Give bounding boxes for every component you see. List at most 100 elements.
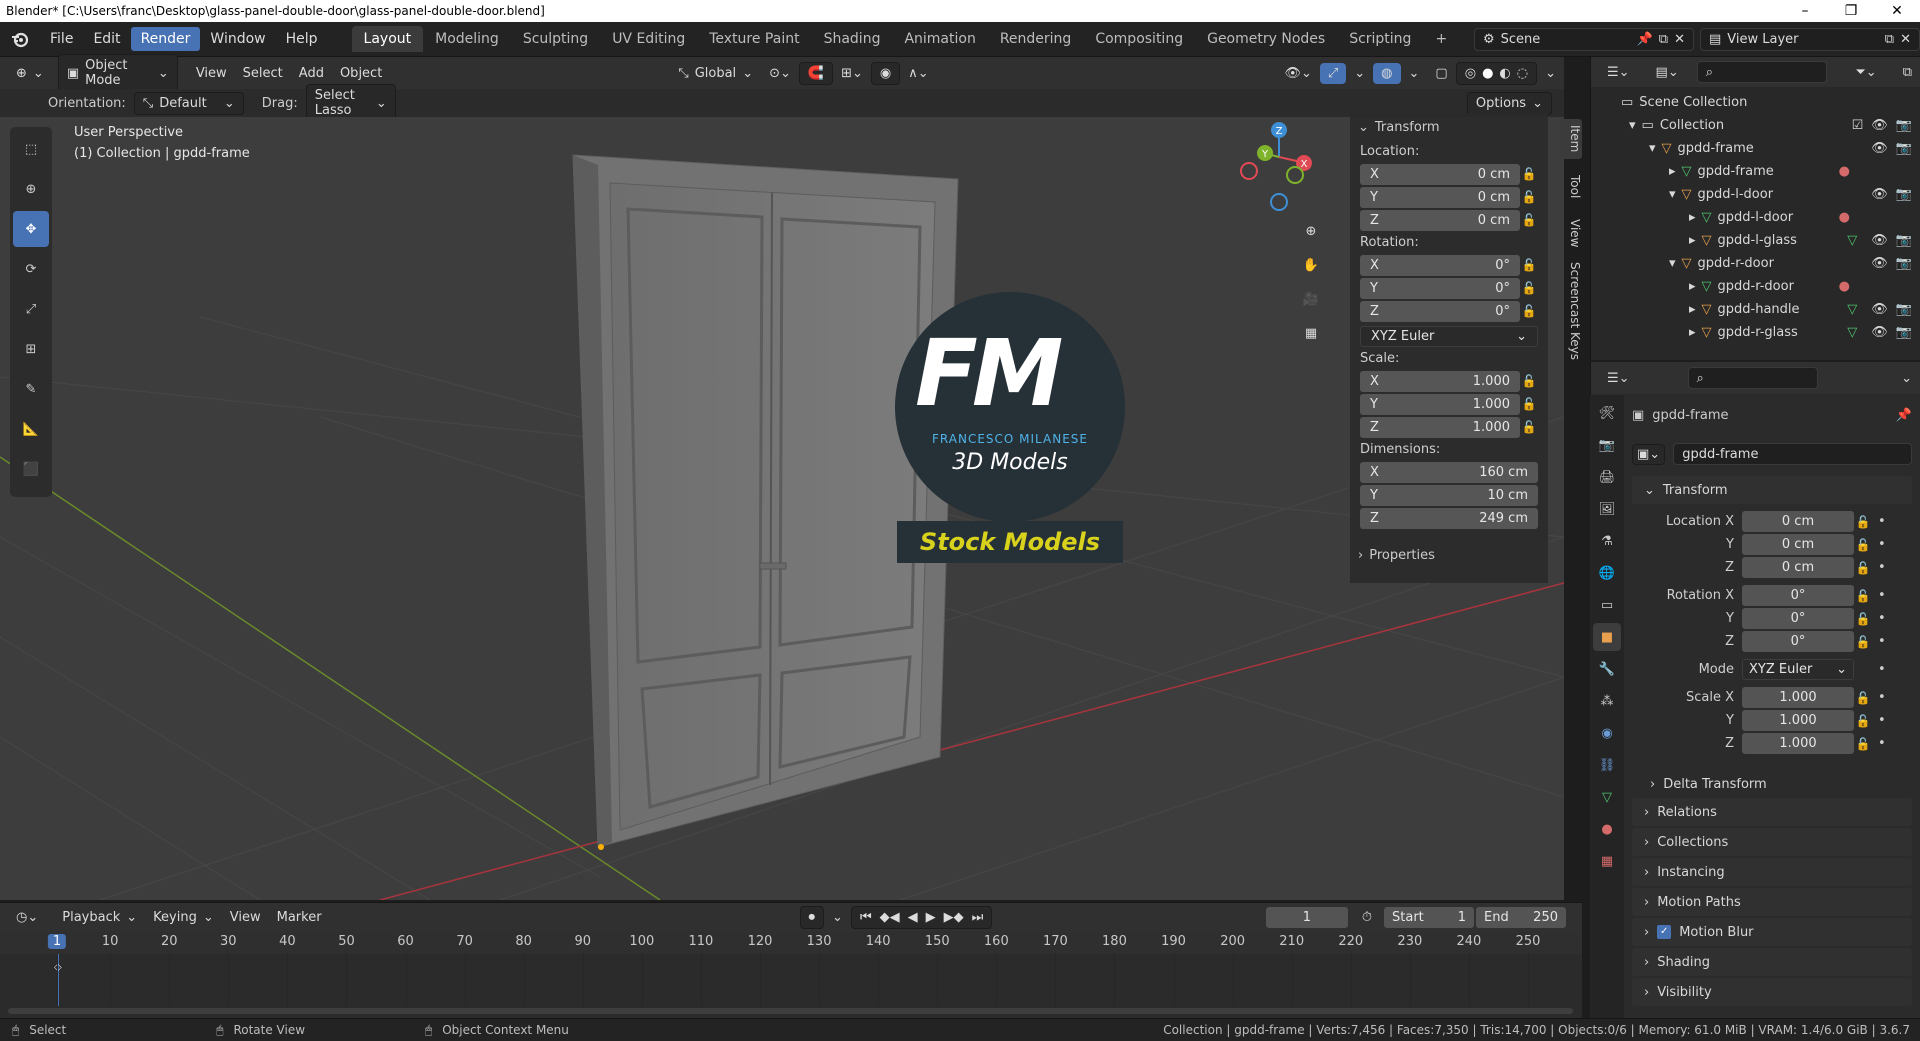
timeline-scrollbar[interactable]: [8, 1008, 1573, 1014]
ruler-tick-label[interactable]: 20: [161, 934, 178, 949]
menu-edit[interactable]: Edit: [83, 27, 130, 51]
ruler-tick-label[interactable]: 240: [1457, 934, 1482, 949]
lock-icon[interactable]: 🔓: [1854, 612, 1872, 626]
tab-view[interactable]: View: [1560, 213, 1582, 253]
lock-icon[interactable]: 🔓: [1854, 515, 1872, 529]
lock-icon[interactable]: 🔓: [1854, 635, 1872, 649]
prop-rotation-y[interactable]: 0°: [1742, 608, 1854, 629]
gizmo-dropdown[interactable]: ⌄: [1346, 63, 1373, 84]
ruler-tick-label[interactable]: 110: [689, 934, 714, 949]
eye-icon[interactable]: 👁: [1871, 325, 1888, 340]
menu-render[interactable]: Render: [130, 27, 201, 51]
lock-icon[interactable]: 🔓: [1520, 397, 1538, 411]
outliner-row-gpdd-l-glass[interactable]: ▸ ▽ gpdd-l-glass ▽ 👁 📷: [1591, 229, 1920, 252]
prop-location-x[interactable]: 0 cm: [1742, 511, 1854, 532]
ruler-tick-label[interactable]: 80: [515, 934, 532, 949]
timeline-ruler[interactable]: 1 10 20 30 40 50 60 70 80 90 100 110 120 130 140 150 160…: [0, 932, 1582, 954]
jump-start-icon[interactable]: ⏮: [860, 910, 872, 925]
lock-icon[interactable]: 🔓: [1520, 281, 1538, 295]
move-tool[interactable]: ✥: [13, 211, 49, 247]
shading-section[interactable]: › Shading: [1632, 948, 1912, 976]
prop-rotation-mode[interactable]: XYZ Euler ⌄: [1742, 659, 1854, 680]
lock-icon[interactable]: 🔓: [1854, 737, 1872, 751]
dimensions-y-field[interactable]: Y 10 cm: [1360, 484, 1538, 506]
auto-keying-toggle[interactable]: ⏺: [799, 906, 825, 929]
ruler-tick-label[interactable]: 90: [574, 934, 591, 949]
view-layer-selector[interactable]: ▤ View Layer ⧉ ✕: [1700, 27, 1920, 51]
menu-timeline-view[interactable]: View: [222, 907, 269, 928]
jump-end-icon[interactable]: ⏭: [972, 910, 984, 925]
outliner-row-gpdd-r-glass[interactable]: ▸ ▽ gpdd-r-glass ▽ 👁 📷: [1591, 321, 1920, 344]
ruler-tick-label[interactable]: 160: [984, 934, 1009, 949]
eye-icon[interactable]: 👁: [1871, 233, 1888, 248]
camera-icon[interactable]: 📷: [1896, 256, 1912, 271]
new-view-layer-icon[interactable]: ⧉: [1885, 32, 1894, 47]
snap-target-button[interactable]: ⊞⌄: [833, 63, 871, 84]
object-tab-icon[interactable]: ■: [1593, 623, 1621, 651]
transform-panel-header[interactable]: ⌄ Transform: [1350, 113, 1548, 141]
falloff-button[interactable]: ∧⌄: [900, 63, 936, 84]
outliner-row-gpdd-r-door-mesh[interactable]: ▸ ▽ gpdd-r-door ●: [1591, 275, 1920, 298]
camera-icon[interactable]: 📷: [1896, 325, 1912, 340]
outliner-row-gpdd-r-door[interactable]: ▾ ▽ gpdd-r-door 👁 📷: [1591, 252, 1920, 275]
keyframe-dot-icon[interactable]: •: [1878, 736, 1886, 751]
editor-type-button[interactable]: ⊕ ⌄: [8, 63, 52, 84]
tab-tool[interactable]: Tool: [1560, 167, 1582, 207]
measure-tool[interactable]: 📐: [13, 411, 49, 447]
location-y-field[interactable]: Y0 cm: [1360, 186, 1520, 208]
menu-window[interactable]: Window: [200, 27, 275, 51]
select-box-tool[interactable]: ⬚: [13, 131, 49, 167]
transform-section-header[interactable]: ⌄ Transform: [1632, 476, 1912, 504]
outliner-row-gpdd-frame-mesh[interactable]: ▸ ▽ gpdd-frame ●: [1591, 160, 1920, 183]
cursor-tool[interactable]: ⊕: [13, 171, 49, 207]
modifier-tab-icon[interactable]: 🔧: [1593, 655, 1621, 683]
tab-uv-editing[interactable]: UV Editing: [600, 26, 697, 52]
restore-icon[interactable]: ❐: [1828, 3, 1874, 19]
menu-marker[interactable]: Marker: [269, 907, 330, 928]
minimize-icon[interactable]: –: [1782, 3, 1828, 19]
options-dropdown[interactable]: Options ⌄: [1466, 91, 1552, 115]
delta-transform-header[interactable]: › Delta Transform: [1650, 772, 1767, 796]
shading-dropdown[interactable]: ⌄: [1537, 63, 1564, 84]
outliner-search-input[interactable]: ⌕: [1696, 61, 1828, 83]
overlays-toggle[interactable]: ◍: [1373, 62, 1401, 84]
wireframe-shading-icon[interactable]: ◎: [1465, 66, 1476, 81]
timeline-editor-type[interactable]: ◷⌄: [8, 907, 46, 928]
motion-blur-checkbox[interactable]: ✓: [1657, 925, 1672, 939]
scale-tool[interactable]: ⤢: [13, 291, 49, 327]
rotate-tool[interactable]: ⟳: [13, 251, 49, 287]
eye-icon[interactable]: 👁: [1871, 141, 1888, 156]
scene-tab-icon[interactable]: ⚗: [1593, 527, 1621, 555]
filter-icon[interactable]: ⏷⌄: [1847, 62, 1884, 83]
transform-orientation-dropdown[interactable]: ⤡ Global ⌄: [670, 63, 761, 84]
play-reverse-icon[interactable]: ◀: [908, 910, 918, 925]
scale-x-field[interactable]: X 1.000: [1360, 370, 1520, 392]
current-frame-field[interactable]: 1: [1265, 907, 1348, 928]
ruler-tick-label[interactable]: 150: [925, 934, 950, 949]
ruler-tick-label[interactable]: 210: [1279, 934, 1304, 949]
menu-object[interactable]: Object: [332, 63, 390, 84]
tab-scripting[interactable]: Scripting: [1337, 26, 1423, 52]
annotate-tool[interactable]: ✎: [13, 371, 49, 407]
tab-animation[interactable]: Animation: [892, 26, 987, 52]
eye-icon[interactable]: 👁: [1871, 118, 1888, 133]
particles-tab-icon[interactable]: ⁂: [1593, 687, 1621, 715]
lock-icon[interactable]: 🔓: [1520, 374, 1538, 388]
outliner-scene-collection[interactable]: ▭ Scene Collection: [1591, 91, 1920, 114]
pin-icon[interactable]: 📌: [1896, 408, 1912, 423]
camera-icon[interactable]: 📷: [1896, 141, 1912, 156]
ruler-tick-label[interactable]: 170: [1043, 934, 1068, 949]
outliner-row-collection[interactable]: ▾ ▭ Collection ☑ 👁 📷: [1591, 114, 1920, 137]
keyframe-dot-icon[interactable]: •: [1878, 560, 1886, 575]
next-keyframe-icon[interactable]: ▶◆: [944, 910, 964, 925]
camera-icon[interactable]: 📷: [1896, 302, 1912, 317]
lock-icon[interactable]: 🔓: [1520, 258, 1538, 272]
prop-scale-x[interactable]: 1.000: [1742, 687, 1854, 708]
constraints-tab-icon[interactable]: ⛓: [1593, 751, 1621, 779]
tab-compositing[interactable]: Compositing: [1083, 26, 1195, 52]
eye-icon[interactable]: 👁: [1871, 256, 1888, 271]
object-mode-dropdown[interactable]: ▣ Object Mode ⌄: [57, 54, 178, 92]
proportional-editing-toggle[interactable]: ◉: [870, 61, 901, 85]
ruler-current-frame[interactable]: 1: [47, 934, 67, 949]
physics-tab-icon[interactable]: ◉: [1593, 719, 1621, 747]
